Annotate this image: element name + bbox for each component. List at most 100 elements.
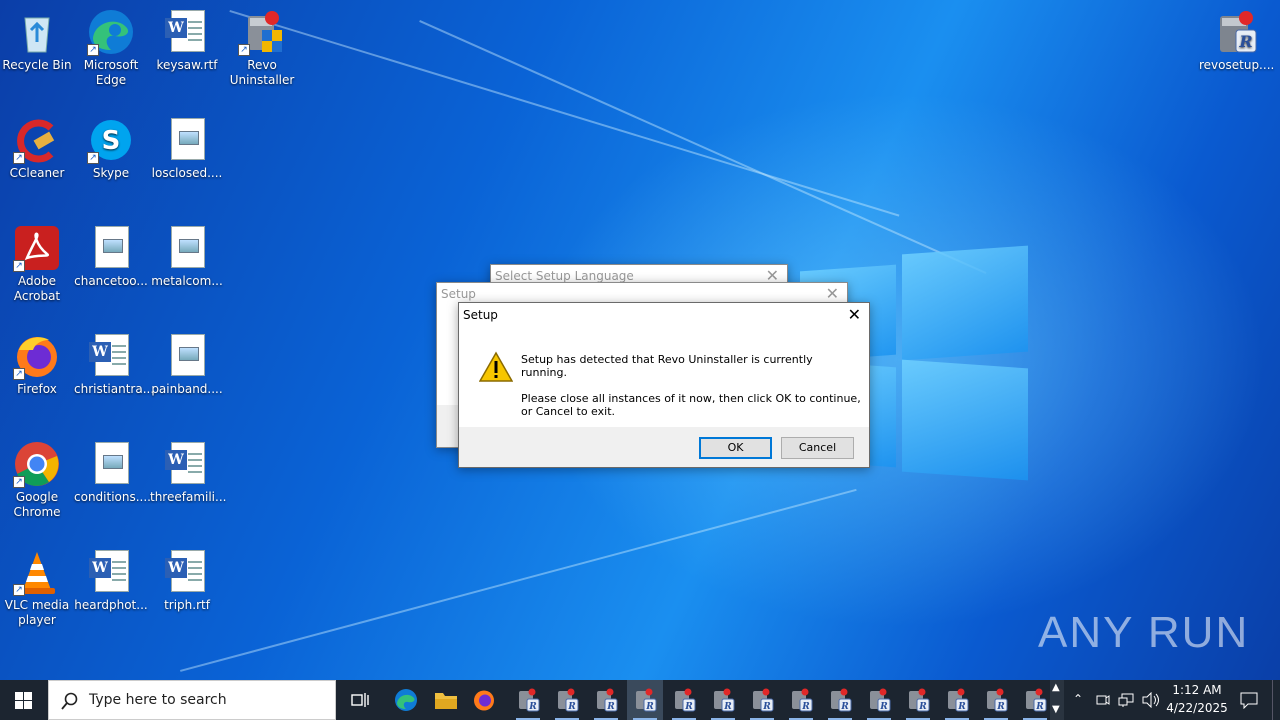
meet-now-icon <box>1096 695 1110 705</box>
ccleaner-icon: ↗ <box>13 116 61 164</box>
svg-text:R: R <box>918 702 927 712</box>
revo-setup-icon: R <box>675 688 696 712</box>
edge-icon: ↗ <box>87 8 135 56</box>
desktop-icon-firefox[interactable]: ↗ Firefox <box>0 332 74 397</box>
cancel-button[interactable]: Cancel <box>781 437 854 459</box>
taskbar: Type here to search R R R R R R R R R R R R R R ▲ ▼ ⌃… <box>0 680 1280 720</box>
taskbar-scroll[interactable]: ▲ ▼ <box>1050 680 1064 720</box>
image-file-icon <box>163 224 211 272</box>
revo-setup-icon: R <box>1026 688 1047 712</box>
taskbar-edge[interactable] <box>390 680 422 720</box>
svg-text:R: R <box>1238 32 1252 51</box>
word-document-icon: W <box>163 440 211 488</box>
revo-setup-icon: R <box>597 688 618 712</box>
image-file-icon <box>163 332 211 380</box>
revo-setup-icon: R <box>831 688 852 712</box>
taskbar-revo-setup-instance[interactable]: R <box>666 680 702 720</box>
taskbar-revo-setup-instance[interactable]: R <box>588 680 624 720</box>
taskbar-revo-setup-instance[interactable]: R <box>822 680 858 720</box>
svg-text:R: R <box>528 702 537 712</box>
taskbar-file-explorer[interactable] <box>430 680 462 720</box>
show-desktop-button[interactable] <box>1272 680 1280 720</box>
taskbar-revo-setup-instance[interactable]: R <box>744 680 780 720</box>
adobe-acrobat-icon: ↗ <box>13 224 61 272</box>
desktop-icon-losclosed[interactable]: losclosed.... <box>150 116 224 181</box>
desktop: Recycle Bin ↗ CCleaner ↗ Adobe Acrobat ↗… <box>0 0 1280 680</box>
word-document-icon: W <box>87 548 135 596</box>
taskbar-revo-setup-instance[interactable]: R <box>627 680 663 720</box>
close-button[interactable]: ✕ <box>848 303 861 327</box>
desktop-icon-google-chrome[interactable]: ↗ Google Chrome <box>0 440 74 520</box>
volume-button[interactable] <box>1140 680 1160 720</box>
taskbar-revo-setup-instance[interactable]: R <box>705 680 741 720</box>
light-beam <box>180 488 857 672</box>
anyrun-watermark: ANY RUN <box>1038 608 1250 657</box>
desktop-icon-vlc[interactable]: ↗ VLC media player <box>0 548 74 628</box>
desktop-icon-christiantra[interactable]: W christiantra... <box>74 332 154 397</box>
svg-text:R: R <box>723 702 732 712</box>
light-beam <box>229 10 900 217</box>
revo-setup-icon: R <box>909 688 930 712</box>
search-placeholder: Type here to search <box>89 692 227 708</box>
revo-setup-icon: R <box>870 688 891 712</box>
recycle-bin-icon <box>13 8 61 56</box>
skype-icon: S ↗ <box>87 116 135 164</box>
taskbar-revo-setup-instance[interactable]: R <box>900 680 936 720</box>
desktop-icon-chancetoo[interactable]: chancetoo... <box>74 224 148 289</box>
chevron-up-icon: ⌃ <box>1073 692 1084 706</box>
svg-text:R: R <box>645 702 654 712</box>
network-button[interactable] <box>1116 680 1136 720</box>
desktop-icon-skype[interactable]: S ↗ Skype <box>74 116 148 181</box>
tray-app-icon[interactable] <box>1094 680 1112 720</box>
svg-text:R: R <box>996 702 1005 712</box>
revo-uninstaller-icon: ↗ <box>238 8 286 56</box>
firefox-icon <box>474 690 494 711</box>
clock[interactable]: 1:12 AM 4/22/2025 <box>1164 680 1230 720</box>
speaker-icon <box>1142 692 1159 708</box>
svg-text:R: R <box>1035 702 1044 712</box>
word-document-icon: W <box>163 8 211 56</box>
edge-icon <box>395 689 417 711</box>
taskbar-revo-setup-instance[interactable]: R <box>783 680 819 720</box>
taskbar-revo-setup-instance[interactable]: R <box>978 680 1014 720</box>
desktop-icon-revosetup[interactable]: R revosetup.... <box>1199 8 1274 73</box>
desktop-icon-keysaw[interactable]: W keysaw.rtf <box>150 8 224 73</box>
chevron-down-icon: ▼ <box>1052 704 1060 715</box>
taskbar-revo-setup-instance[interactable]: R <box>861 680 897 720</box>
desktop-icon-conditions[interactable]: conditions.... <box>74 440 151 505</box>
taskbar-revo-setup-instance[interactable]: R <box>1017 680 1053 720</box>
desktop-icon-microsoft-edge[interactable]: ↗ Microsoft Edge <box>74 8 148 88</box>
desktop-icon-revo-uninstaller[interactable]: ↗ Revo Uninstaller <box>225 8 299 88</box>
show-hidden-icons-button[interactable]: ⌃ <box>1070 680 1088 720</box>
revo-setup-icon: R <box>1212 8 1260 56</box>
revo-setup-icon: R <box>792 688 813 712</box>
taskbar-firefox[interactable] <box>468 680 500 720</box>
revo-setup-icon: R <box>753 688 774 712</box>
taskbar-revo-setup-instance[interactable]: R <box>549 680 585 720</box>
word-document-icon: W <box>87 332 135 380</box>
taskbar-search-box[interactable]: Type here to search <box>48 680 336 720</box>
ok-button[interactable]: OK <box>699 437 772 459</box>
taskbar-revo-setup-instance[interactable]: R <box>510 680 546 720</box>
image-file-icon <box>163 116 211 164</box>
dialog-message: Please close all instances of it now, th… <box>521 392 861 405</box>
desktop-icon-triph[interactable]: W triph.rtf <box>150 548 224 613</box>
desktop-icon-recycle-bin[interactable]: Recycle Bin <box>0 8 74 73</box>
desktop-icon-adobe-acrobat[interactable]: ↗ Adobe Acrobat <box>0 224 74 304</box>
desktop-icon-metalcom[interactable]: metalcom... <box>150 224 224 289</box>
svg-text:S: S <box>102 126 121 156</box>
start-button[interactable] <box>0 680 48 720</box>
desktop-icon-painband[interactable]: painband.... <box>150 332 224 397</box>
desktop-icon-threefamili[interactable]: W threefamili... <box>150 440 226 505</box>
dialog-message: or Cancel to exit. <box>521 405 615 418</box>
dialog-body: Setup has detected that Revo Uninstaller… <box>459 327 869 427</box>
firefox-icon: ↗ <box>13 332 61 380</box>
action-center-button[interactable] <box>1232 680 1264 720</box>
clock-time: 1:12 AM <box>1172 683 1222 697</box>
desktop-icon-heardphot[interactable]: W heardphot... <box>74 548 148 613</box>
desktop-icon-ccleaner[interactable]: ↗ CCleaner <box>0 116 74 181</box>
task-view-icon <box>351 693 369 707</box>
task-view-button[interactable] <box>344 680 376 720</box>
taskbar-revo-setup-instance[interactable]: R <box>939 680 975 720</box>
setup-warning-dialog[interactable]: Setup ✕ Setup has detected that Revo Uni… <box>458 302 870 468</box>
